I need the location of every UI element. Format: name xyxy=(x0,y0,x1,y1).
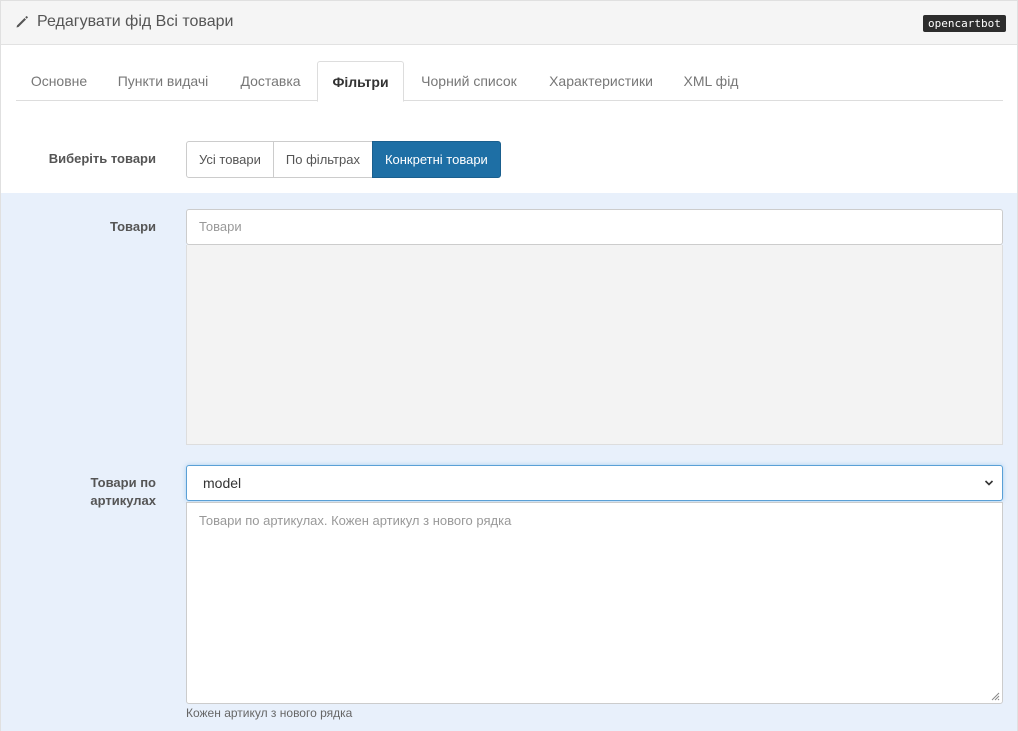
products-label: Товари xyxy=(109,219,156,234)
tab-blacklist[interactable]: Чорний список xyxy=(404,61,534,101)
panel-heading: Редагувати фід Всі товари opencartbot xyxy=(1,1,1017,45)
sku-help-text: Кожен артикул з нового рядка xyxy=(186,706,353,720)
sku-list-placeholder: Товари по артикулах. Кожен артикул з нов… xyxy=(199,513,512,528)
select-products-label: Виберіть товари xyxy=(48,151,156,166)
products-by-sku-label-line2: артикулах xyxy=(90,493,156,508)
sku-field-select[interactable]: model xyxy=(186,465,1003,501)
sku-list-textarea[interactable]: Товари по артикулах. Кожен артикул з нов… xyxy=(186,502,1003,704)
all-products-button[interactable]: Усі товари xyxy=(186,141,274,178)
products-by-sku-label-line1: Товари по xyxy=(90,475,156,490)
tab-delivery[interactable]: Доставка xyxy=(224,61,317,101)
pencil-icon xyxy=(16,16,28,28)
tab-characteristics[interactable]: Характеристики xyxy=(534,61,668,101)
sku-field-select-value: model xyxy=(203,475,242,491)
tab-main[interactable]: Основне xyxy=(16,61,102,101)
specific-products-button[interactable]: Конкретні товари xyxy=(371,141,501,178)
brand-badge: opencartbot xyxy=(923,15,1006,32)
tab-bar: Основне Пункти видачі Доставка Фільтри Ч… xyxy=(16,61,1003,102)
tab-pickup-points[interactable]: Пункти видачі xyxy=(102,61,224,101)
page-title: Редагувати фід Всі товари xyxy=(37,13,234,30)
product-selection-mode: Усі товари По фільтрах Конкретні товари xyxy=(186,141,501,178)
feed-edit-panel: Редагувати фід Всі товари opencartbot Ос… xyxy=(0,0,1018,731)
tab-filters[interactable]: Фільтри xyxy=(317,61,404,102)
chevron-down-icon xyxy=(984,480,994,486)
products-autocomplete-input[interactable]: Товари xyxy=(186,209,1003,245)
resize-handle-icon[interactable] xyxy=(991,692,1000,701)
by-filters-button[interactable]: По фільтрах xyxy=(272,141,373,178)
tab-xml-feed[interactable]: XML фід xyxy=(668,61,754,101)
selected-products-list xyxy=(186,245,1003,445)
